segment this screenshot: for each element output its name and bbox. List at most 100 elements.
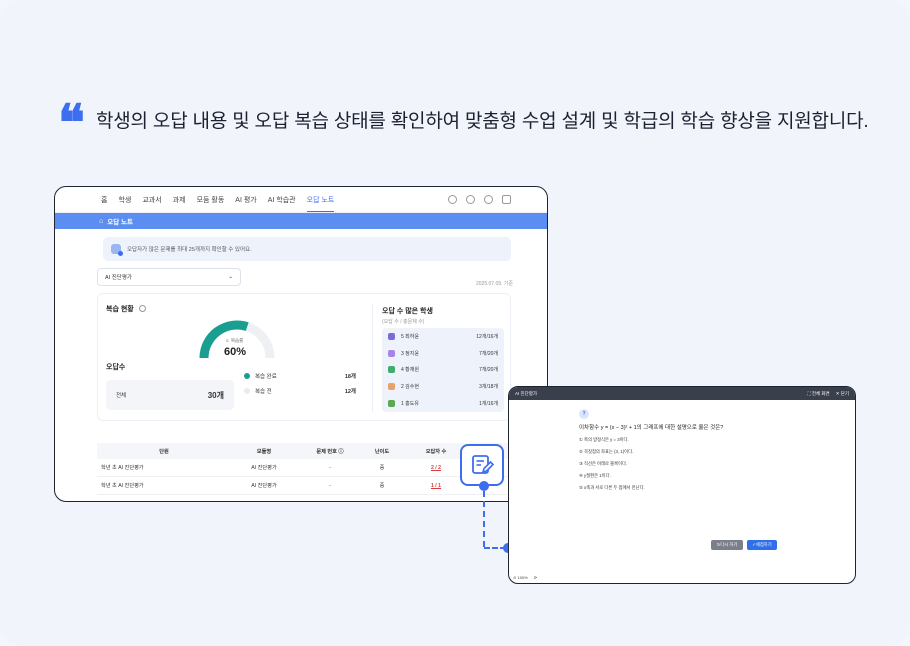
cell-wrong: 1 / 1 xyxy=(401,483,471,489)
total-label: 전체 xyxy=(116,393,127,399)
quote-icon: ❝ xyxy=(58,93,85,152)
notice-banner: 오답자가 많은 문제를 최대 25개까지 확인할 수 있어요. xyxy=(103,237,511,261)
col-question-number-label: 문제 번호 xyxy=(316,448,337,455)
home-icon[interactable]: ⌂ xyxy=(99,218,103,225)
cell-module: AI 진단평가 xyxy=(251,483,277,489)
nav-item-assignment[interactable]: 과제 xyxy=(173,188,186,211)
headline-text: 학생의 오답 내용 및 오답 복습 상태를 확인하여 맞춤형 수업 설계 및 학… xyxy=(96,111,869,132)
list-item[interactable]: 3 정지윤 7개/20개 xyxy=(382,345,504,362)
retry-label: 다시 하기 xyxy=(720,542,738,547)
list-item[interactable]: 4 황재원 7개/20개 xyxy=(382,362,504,379)
nav-item-ai-hall[interactable]: AI 학습관 xyxy=(268,188,296,211)
info-icon xyxy=(111,244,123,256)
zoom-control[interactable]: ⊙ 100% xyxy=(513,575,528,580)
total-box: 전체 30개 xyxy=(106,380,234,410)
avatar xyxy=(388,383,395,391)
question-viewer-window: AI 진단평가 ⛶ 전체 화면 ✕ 닫기 ? 이차함수 y = (x − 3)²… xyxy=(508,386,856,584)
col-question-number: 문제 번호 ⓘ xyxy=(316,448,344,455)
student-name: 4 황재원 xyxy=(401,367,419,374)
table-row[interactable]: 학년 초 AI 진단평가 AI 진단평가 - 중 2 / 2 xyxy=(97,459,511,477)
top-students-subtitle: (오답 수 / 총문제 수) xyxy=(382,319,425,325)
avatar xyxy=(388,349,395,357)
date-stamp: 2025.07.09. 기준 xyxy=(475,281,513,287)
legend-done: 복습 완료 18개 xyxy=(244,372,356,380)
chevron-down-icon: ⌄ xyxy=(228,274,233,280)
connector-dot xyxy=(479,481,489,491)
question-text: 이차함수 y = (x − 3)² + 1의 그래프에 대한 설명으로 옳은 것… xyxy=(579,425,724,431)
student-name: 1 홍도유 xyxy=(401,401,419,408)
edit-note-button[interactable] xyxy=(460,444,504,486)
student-value: 7개/20개 xyxy=(479,367,498,374)
student-value: 7개/20개 xyxy=(479,350,498,357)
choice-item[interactable]: ① 축의 방정식은 y = 3이다. xyxy=(579,437,629,443)
grade-button[interactable]: ✓ 채점하기 xyxy=(747,540,777,550)
assessment-select[interactable]: AI 진단평가 ⌄ xyxy=(97,268,241,286)
select-value: AI 진단평가 xyxy=(105,275,132,281)
edit-note-icon xyxy=(472,455,494,474)
settings-icon[interactable] xyxy=(466,195,475,204)
wrong-answer-table: 단원 모듈명 문제 번호 ⓘ 난이도 오답자 수 학년 초 AI 진단평가 AI… xyxy=(97,443,511,495)
gray-dot-icon xyxy=(244,388,250,394)
cell-number: - xyxy=(329,464,331,471)
nav-item-textbook[interactable]: 교과서 xyxy=(142,188,161,211)
cell-module: AI 진단평가 xyxy=(251,465,277,471)
student-value: 1개/16개 xyxy=(479,401,498,408)
viewer-header: AI 진단평가 ⛶ 전체 화면 ✕ 닫기 xyxy=(509,387,855,400)
info-circle-icon[interactable] xyxy=(138,305,146,312)
avatar xyxy=(388,400,395,408)
top-students-list: 5 최하윤 12개/16개 3 정지윤 7개/20개 4 황재원 7개/20개 … xyxy=(382,328,504,412)
top-students-title: 오답 수 많은 학생 xyxy=(382,308,433,315)
gauge-label-text: 복습률 xyxy=(230,338,244,343)
gauge-label: ☺ 복습률 xyxy=(225,338,244,343)
nav-icon-group xyxy=(448,195,511,204)
review-status-title: 복습 현황 xyxy=(106,304,146,314)
wrong-count-link[interactable]: 1 / 1 xyxy=(431,483,441,489)
list-item[interactable]: 1 홍도유 1개/16개 xyxy=(382,395,504,412)
list-item[interactable]: 2 김수현 3개/18개 xyxy=(382,378,504,395)
question-badge: ? xyxy=(579,409,589,419)
choice-item[interactable]: ④ y절편은 1이다. xyxy=(579,473,611,479)
student-value: 3개/18개 xyxy=(479,384,498,391)
table-header: 단원 모듈명 문제 번호 ⓘ 난이도 오답자 수 xyxy=(97,443,511,459)
avatar xyxy=(388,332,395,340)
avatar xyxy=(388,366,395,374)
fullscreen-label: 전체 화면 xyxy=(811,390,830,396)
list-item[interactable]: 5 최하윤 12개/16개 xyxy=(382,328,504,345)
table-row[interactable]: 학년 초 AI 진단평가 AI 진단평가 - 중 1 / 1 xyxy=(97,477,511,495)
choice-item[interactable]: ③ 직선은 아래로 볼록이다. xyxy=(579,461,627,467)
choice-item[interactable]: ⑤ x축과 서로 다른 두 점에서 만난다. xyxy=(579,485,645,491)
viewer-title: AI 진단평가 xyxy=(515,390,538,396)
wrong-count-link[interactable]: 2 / 2 xyxy=(431,465,441,471)
choice-item[interactable]: ② 꼭짓점의 좌표는 (3, 1)이다. xyxy=(579,449,633,455)
legend-before: 복습 전 12개 xyxy=(244,387,356,395)
col-unit: 단원 xyxy=(159,448,169,455)
before-value: 12개 xyxy=(344,389,356,395)
cell-unit: 학년 초 AI 진단평가 xyxy=(101,483,144,489)
fullscreen-button[interactable]: ⛶ 전체 화면 xyxy=(807,391,829,397)
bell-icon[interactable] xyxy=(448,195,457,204)
nav-item-home[interactable]: 홈 xyxy=(101,188,107,211)
zoom-value: 100% xyxy=(517,575,528,580)
review-status-label: 복습 현황 xyxy=(106,306,134,313)
nav-item-wrong-note[interactable]: 오답 노트 xyxy=(306,188,335,212)
close-button[interactable]: ✕ 닫기 xyxy=(836,391,849,397)
refresh-icon[interactable]: ⟳ xyxy=(534,575,537,580)
wrong-count-title: 오답수 xyxy=(106,364,126,371)
grade-label: 채점하기 xyxy=(755,542,772,547)
retry-button[interactable]: ↻ 다시 하기 xyxy=(711,540,743,550)
logout-icon[interactable] xyxy=(502,195,511,204)
nav-item-ai-eval[interactable]: AI 평가 xyxy=(235,188,256,211)
nav-item-students[interactable]: 학생 xyxy=(118,188,131,211)
stats-panel: 복습 현황 ☺ 복습률 60% 오답수 전체 30개 복습 완료 18개 복습 … xyxy=(97,293,511,421)
viewer-footer: ⊙ 100% ⟳ xyxy=(513,575,537,580)
nav-item-group[interactable]: 모둠 활동 xyxy=(197,188,225,211)
cell-unit: 학년 초 AI 진단평가 xyxy=(101,465,144,471)
cell-number: - xyxy=(329,482,331,489)
col-level: 난이도 xyxy=(374,448,390,455)
message-icon[interactable] xyxy=(484,195,493,204)
done-value: 18개 xyxy=(344,374,356,380)
student-value: 12개/16개 xyxy=(476,333,498,340)
cell-level: 중 xyxy=(379,465,385,471)
gauge-value: 60% xyxy=(224,346,247,358)
close-label: 닫기 xyxy=(840,390,849,396)
